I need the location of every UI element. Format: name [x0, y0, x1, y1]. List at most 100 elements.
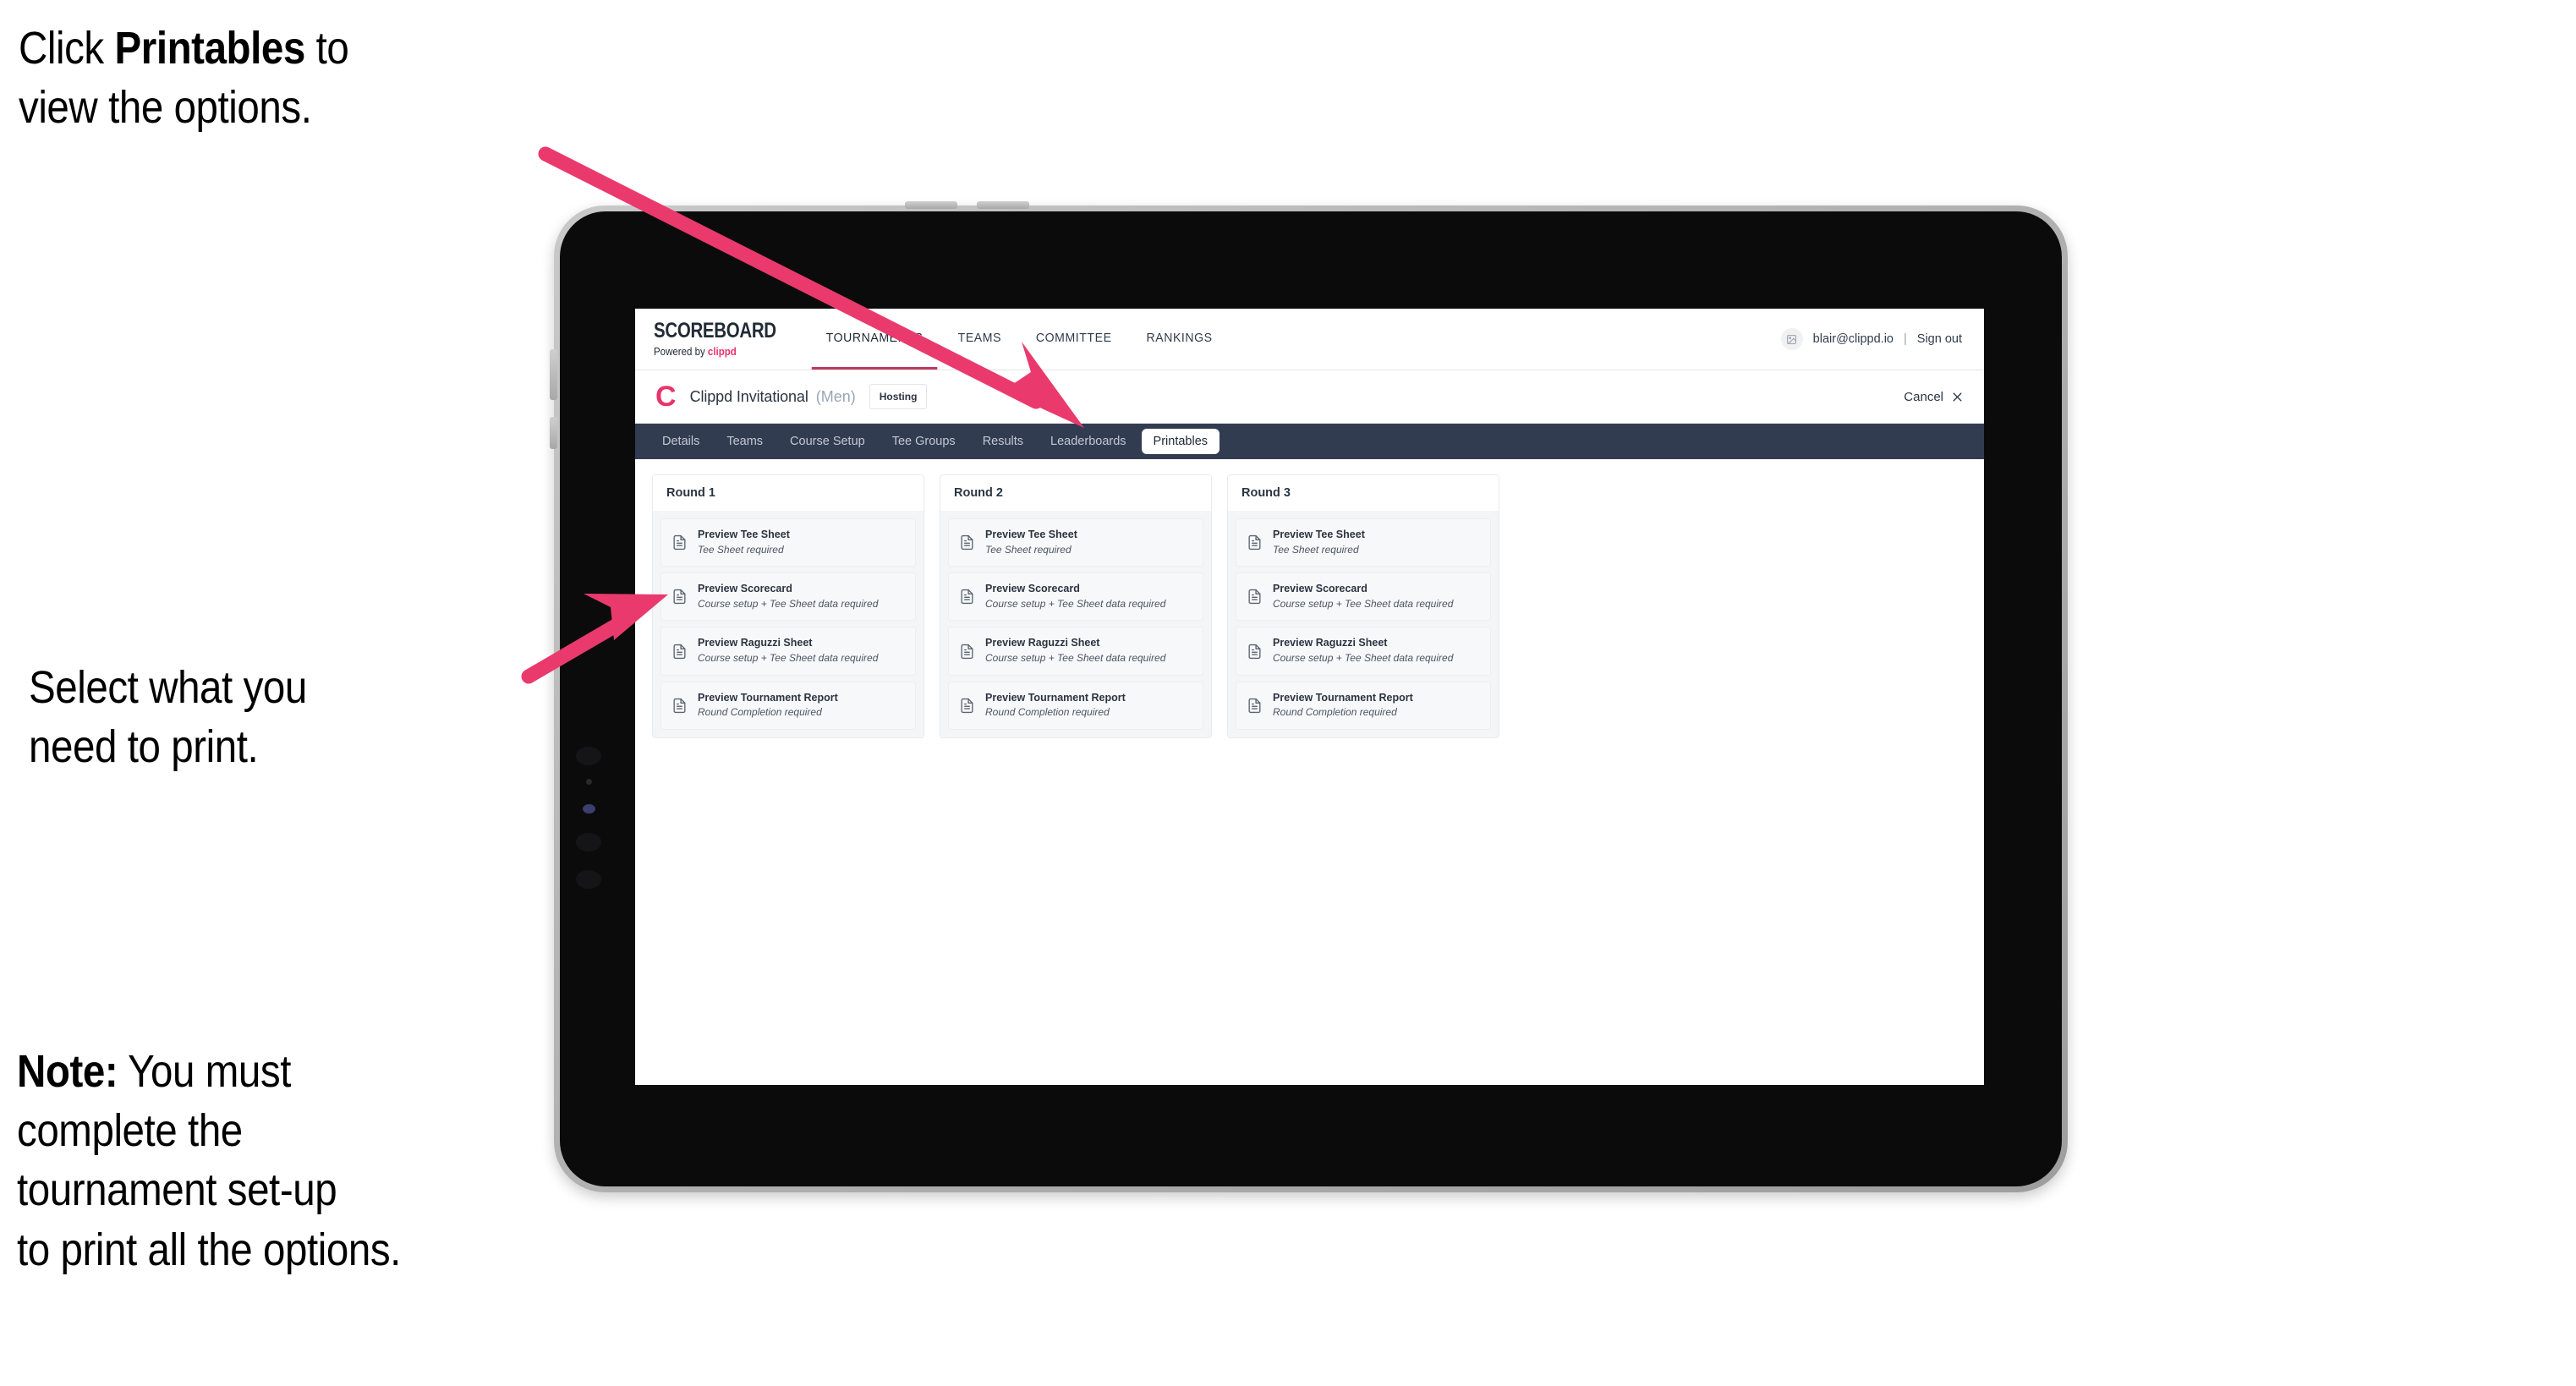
callout-select-what-to-print: Select what you need to print.	[29, 662, 307, 773]
printable-item-title: Preview Tournament Report	[698, 691, 838, 704]
round-items: Preview Tee Sheet Tee Sheet required Pre…	[653, 511, 924, 737]
volume-up-button[interactable]	[905, 201, 957, 209]
callout-top-bold: Printables	[114, 23, 306, 74]
printable-item-title: Preview Scorecard	[985, 583, 1080, 595]
printable-item-requirement: Course setup + Tee Sheet data required	[1273, 652, 1454, 665]
tab-teams[interactable]: Teams	[715, 429, 775, 454]
round-items: Preview Tee Sheet Tee Sheet required Pre…	[1228, 511, 1499, 737]
tab-details[interactable]: Details	[650, 429, 711, 454]
side-button[interactable]	[550, 417, 557, 449]
printable-item-requirement: Tee Sheet required	[698, 543, 784, 556]
tournament-header: C Clippd Invitational (Men) Hosting Canc…	[635, 370, 1984, 424]
printable-item-title: Preview Raguzzi Sheet	[1273, 637, 1388, 649]
printable-item-text: Preview Raguzzi Sheet Course setup + Tee…	[985, 637, 1165, 665]
printable-item-title: Preview Tee Sheet	[698, 529, 790, 540]
printable-item-title: Preview Raguzzi Sheet	[985, 637, 1100, 649]
printable-item-raguzzi-sheet[interactable]: Preview Raguzzi Sheet Course setup + Tee…	[1236, 627, 1491, 676]
printable-item-requirement: Round Completion required	[1273, 706, 1397, 719]
printable-item-title: Preview Scorecard	[698, 583, 792, 595]
indicator-light-icon	[583, 804, 595, 814]
account-area: blair@clippd.io | Sign out	[1780, 309, 1984, 370]
printable-item-scorecard[interactable]: Preview Scorecard Course setup + Tee She…	[948, 572, 1203, 622]
printable-item-requirement: Round Completion required	[985, 706, 1110, 719]
callout-top-prefix: Click	[19, 23, 115, 74]
tournament-tabs: Details Teams Course Setup Tee Groups Re…	[635, 424, 1984, 459]
printable-item-text: Preview Scorecard Course setup + Tee She…	[1273, 583, 1453, 611]
tab-leaderboards[interactable]: Leaderboards	[1039, 429, 1138, 454]
document-icon	[673, 698, 686, 713]
printable-item-requirement: Course setup + Tee Sheet data required	[985, 597, 1166, 610]
round-title: Round 1	[653, 475, 924, 511]
document-icon	[1248, 535, 1261, 551]
camera-lens-tertiary-icon	[576, 870, 601, 889]
printable-item-tee-sheet[interactable]: Preview Tee Sheet Tee Sheet required	[948, 518, 1203, 567]
document-icon	[1248, 698, 1261, 713]
power-button[interactable]	[550, 349, 557, 400]
printable-item-text: Preview Scorecard Course setup + Tee She…	[985, 583, 1165, 611]
tablet-screen: SCOREBOARD Powered by clippd TOURNAMENTS…	[635, 309, 1984, 1085]
round-title: Round 2	[940, 475, 1211, 511]
printable-item-raguzzi-sheet[interactable]: Preview Raguzzi Sheet Course setup + Tee…	[660, 627, 916, 676]
printable-item-tournament-report[interactable]: Preview Tournament Report Round Completi…	[948, 681, 1203, 730]
nav-item-teams[interactable]: TEAMS	[944, 309, 1016, 370]
callout-note-bold: Note:	[17, 1046, 118, 1097]
cancel-button[interactable]: Cancel	[1904, 390, 1964, 404]
printable-item-title: Preview Tournament Report	[985, 691, 1126, 704]
sign-out-link[interactable]: Sign out	[1917, 332, 1962, 346]
printable-item-tournament-report[interactable]: Preview Tournament Report Round Completi…	[1236, 681, 1491, 730]
tournament-name: Clippd Invitational	[689, 387, 808, 405]
user-photo-icon	[1787, 334, 1797, 344]
nav-item-tournaments[interactable]: TOURNAMENTS	[811, 309, 938, 370]
tab-printables[interactable]: Printables	[1141, 429, 1220, 454]
avatar[interactable]	[1780, 328, 1803, 350]
printable-item-requirement: Course setup + Tee Sheet data required	[698, 597, 879, 610]
printable-item-text: Preview Tournament Report Round Completi…	[985, 692, 1126, 720]
clippd-c-logo-icon: C	[655, 381, 677, 413]
document-icon	[961, 535, 973, 551]
sensor-dot-icon	[586, 779, 592, 785]
printable-item-title: Preview Scorecard	[1273, 583, 1367, 595]
brand-wordmark: SCOREBOARD	[654, 319, 776, 342]
round-column: Round 3 Preview Tee Sheet Tee Sheet requ…	[1227, 474, 1499, 738]
printable-item-text: Preview Tee Sheet Tee Sheet required	[698, 529, 790, 556]
tournament-gender: (Men)	[815, 387, 856, 405]
printable-item-tournament-report[interactable]: Preview Tournament Report Round Completi…	[660, 681, 916, 730]
tablet-device: SCOREBOARD Powered by clippd TOURNAMENTS…	[550, 201, 2068, 1192]
printable-item-text: Preview Tournament Report Round Completi…	[698, 692, 838, 720]
document-icon	[961, 698, 973, 713]
printable-item-raguzzi-sheet[interactable]: Preview Raguzzi Sheet Course setup + Tee…	[948, 627, 1203, 676]
printable-item-requirement: Tee Sheet required	[985, 543, 1072, 556]
printable-item-scorecard[interactable]: Preview Scorecard Course setup + Tee She…	[660, 572, 916, 622]
nav-item-rankings[interactable]: RANKINGS	[1132, 309, 1227, 370]
printable-item-requirement: Course setup + Tee Sheet data required	[985, 652, 1166, 665]
printable-item-text: Preview Raguzzi Sheet Course setup + Tee…	[1273, 637, 1453, 665]
document-icon	[1248, 644, 1261, 659]
printable-item-requirement: Round Completion required	[698, 706, 822, 719]
printable-item-tee-sheet[interactable]: Preview Tee Sheet Tee Sheet required	[660, 518, 916, 567]
printable-item-title: Preview Raguzzi Sheet	[698, 637, 813, 649]
printable-item-title: Preview Tee Sheet	[1273, 529, 1365, 540]
printable-item-title: Preview Tee Sheet	[985, 529, 1077, 540]
tab-course-setup[interactable]: Course Setup	[778, 429, 877, 454]
primary-nav: TOURNAMENTS TEAMS COMMITTEE RANKINGS	[808, 309, 1230, 370]
document-icon	[673, 644, 686, 659]
document-icon	[673, 589, 686, 605]
printable-item-scorecard[interactable]: Preview Scorecard Course setup + Tee She…	[1236, 572, 1491, 622]
brand-powered-by: Powered by clippd	[654, 346, 770, 358]
printable-item-tee-sheet[interactable]: Preview Tee Sheet Tee Sheet required	[1236, 518, 1491, 567]
round-column: Round 2 Preview Tee Sheet Tee Sheet requ…	[940, 474, 1212, 738]
printable-item-requirement: Course setup + Tee Sheet data required	[698, 652, 879, 665]
volume-down-button[interactable]	[977, 201, 1029, 209]
printables-panel: Round 1 Preview Tee Sheet Tee Sheet requ…	[635, 459, 1984, 738]
printable-item-text: Preview Raguzzi Sheet Course setup + Tee…	[698, 637, 878, 665]
tab-tee-groups[interactable]: Tee Groups	[880, 429, 967, 454]
document-icon	[961, 644, 973, 659]
nav-item-committee[interactable]: COMMITTEE	[1022, 309, 1126, 370]
document-icon	[673, 535, 686, 551]
callout-note: Note: You must complete the tournament s…	[17, 1042, 401, 1279]
document-icon	[961, 589, 973, 605]
tab-results[interactable]: Results	[971, 429, 1035, 454]
round-title: Round 3	[1228, 475, 1499, 511]
printable-item-text: Preview Tee Sheet Tee Sheet required	[985, 529, 1077, 556]
scoreboard-logo[interactable]: SCOREBOARD Powered by clippd	[635, 309, 781, 370]
